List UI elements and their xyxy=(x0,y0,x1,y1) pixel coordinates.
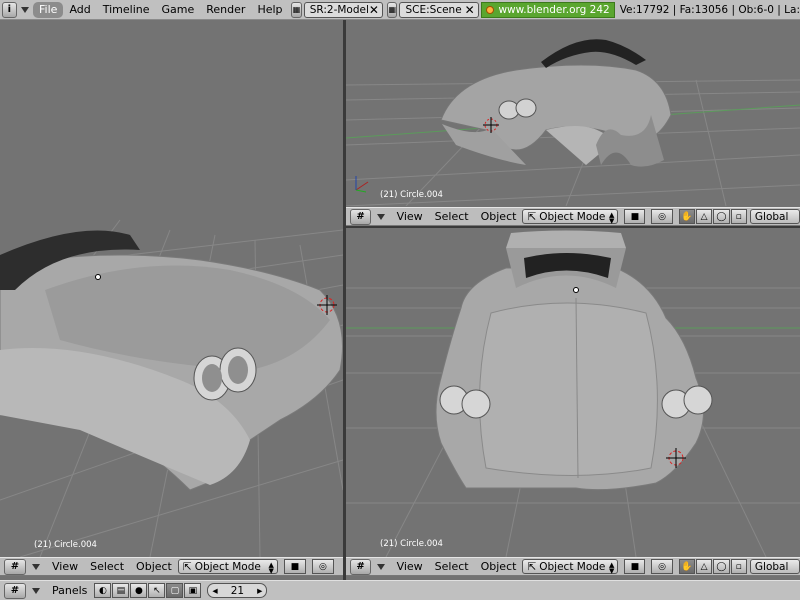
frame-value: 21 xyxy=(230,584,245,597)
mode-icon: ⇱ xyxy=(527,560,537,573)
mode-value: Object Mode xyxy=(194,560,261,573)
draw-type-icon[interactable]: ■ xyxy=(624,209,646,224)
menu-file[interactable]: File xyxy=(33,1,64,18)
screen-field-value: SR:2-Model xyxy=(309,3,369,16)
updown-icon: ▲ ▼ xyxy=(609,561,615,575)
select-menu[interactable]: Select xyxy=(429,560,475,573)
viewport-header-left: # View Select Object ⇱ Object Mode ▲ ▼ ■ … xyxy=(0,557,343,576)
grid-icon[interactable]: # xyxy=(4,558,26,575)
scale-icon[interactable]: ▫ xyxy=(730,209,747,224)
collapse-header-icon[interactable] xyxy=(376,563,385,570)
view-menu[interactable]: View xyxy=(391,210,429,223)
pivot-icon[interactable]: ◎ xyxy=(311,559,334,574)
viewport-object-label: (21) Circle.004 xyxy=(380,190,443,200)
pivot-icon[interactable]: ◎ xyxy=(651,559,673,574)
buttons-window-header: # Panels ◐ ▤ ● ↖ ▢ ▣ ◂ 21 ▸ xyxy=(0,580,800,600)
pivot-icon[interactable]: ◎ xyxy=(651,209,673,224)
main-menu: File Add Timeline Game Render Help xyxy=(33,1,289,18)
shading-icon[interactable]: ● xyxy=(130,583,148,598)
close-icon[interactable]: ✕ xyxy=(369,3,379,17)
view-menu[interactable]: View xyxy=(46,560,84,573)
select-menu[interactable]: Select xyxy=(429,210,475,223)
object-menu[interactable]: Object xyxy=(475,210,523,223)
screen-browse-icon[interactable]: ▦ xyxy=(291,1,302,18)
collapse-header-icon[interactable] xyxy=(32,563,40,570)
menu-render[interactable]: Render xyxy=(200,2,251,18)
updown-icon: ▲ ▼ xyxy=(609,211,615,225)
object-icon[interactable]: ↖ xyxy=(148,583,166,598)
orientation-value: Global xyxy=(754,560,789,573)
view-menu[interactable]: View xyxy=(391,560,429,573)
frame-increment-icon[interactable]: ▸ xyxy=(257,585,262,597)
select-menu[interactable]: Select xyxy=(84,560,130,573)
url-text: www.blender.org 242 xyxy=(498,3,610,16)
hand-icon[interactable]: ✋ xyxy=(678,209,695,224)
mode-value: Object Mode xyxy=(539,210,606,223)
menu-timeline[interactable]: Timeline xyxy=(97,2,156,18)
viewport-object-label: (21) Circle.004 xyxy=(380,539,443,549)
viewport-top-right[interactable]: (21) Circle.004 xyxy=(346,20,800,206)
object-mode-select[interactable]: ⇱ Object Mode ▲ ▼ xyxy=(177,559,278,575)
collapse-header-icon[interactable] xyxy=(32,587,40,594)
viewport-left-scene xyxy=(0,219,343,557)
logic-icon[interactable]: ◐ xyxy=(94,583,112,598)
grid-icon[interactable]: # xyxy=(350,558,372,575)
blender-logo-icon xyxy=(486,5,495,14)
mode-icon: ⇱ xyxy=(527,210,537,223)
blender-url[interactable]: www.blender.org 242 xyxy=(481,1,615,18)
scene-browse-icon[interactable]: ▦ xyxy=(387,1,398,18)
collapse-menu-icon[interactable] xyxy=(20,6,29,13)
viewport-object-label: (21) Circle.004 xyxy=(34,540,97,550)
vertical-divider[interactable] xyxy=(343,20,346,580)
editing-icon[interactable]: ▢ xyxy=(166,583,184,598)
collapse-header-icon[interactable] xyxy=(376,213,385,220)
mode-icon: ⇱ xyxy=(182,560,192,573)
scene-icon[interactable]: ▣ xyxy=(184,583,202,598)
viewport-header-top-right: # View Select Object ⇱ Object Mode ▲ ▼ ■ … xyxy=(346,207,800,226)
orientation-select[interactable]: Global xyxy=(749,559,800,574)
viewport-bottom-right-scene xyxy=(346,230,800,557)
orientation-select[interactable]: Global xyxy=(749,209,800,224)
updown-icon: ▲ ▼ xyxy=(268,561,274,575)
sphere-icon[interactable]: ◯ xyxy=(713,209,730,224)
close-icon[interactable]: ✕ xyxy=(465,3,475,17)
orientation-value: Global xyxy=(754,210,789,223)
menu-game[interactable]: Game xyxy=(156,2,201,18)
object-menu[interactable]: Object xyxy=(130,560,178,573)
panels-menu[interactable]: Panels xyxy=(46,584,93,597)
triangle-icon[interactable]: △ xyxy=(695,559,713,574)
object-mode-select[interactable]: ⇱ Object Mode ▲ ▼ xyxy=(522,209,619,225)
grid-icon[interactable]: # xyxy=(4,582,26,599)
menu-add[interactable]: Add xyxy=(63,2,96,18)
viewport-top-right-scene xyxy=(346,39,800,206)
sphere-icon[interactable]: ◯ xyxy=(713,559,730,574)
horizontal-divider[interactable] xyxy=(346,226,800,228)
frame-number[interactable]: ◂ 21 ▸ xyxy=(207,583,268,598)
frame-decrement-icon[interactable]: ◂ xyxy=(212,585,217,597)
viewport-left[interactable]: (21) Circle.004 xyxy=(0,20,343,557)
screen-field[interactable]: SR:2-Model ✕ xyxy=(303,1,383,18)
draw-type-icon[interactable]: ■ xyxy=(283,559,306,574)
draw-type-icon[interactable]: ■ xyxy=(624,559,646,574)
mode-value: Object Mode xyxy=(539,560,606,573)
grid-icon[interactable]: # xyxy=(350,208,372,225)
scale-icon[interactable]: ▫ xyxy=(730,559,747,574)
info-header: i File Add Timeline Game Render Help ▦ S… xyxy=(0,0,800,20)
object-mode-select[interactable]: ⇱ Object Mode ▲ ▼ xyxy=(522,559,619,575)
hand-icon[interactable]: ✋ xyxy=(678,559,695,574)
viewport-header-bottom-right: # View Select Object ⇱ Object Mode ▲ ▼ ■ … xyxy=(346,557,800,576)
viewport-bottom-right[interactable]: (21) Circle.004 xyxy=(346,228,800,557)
scene-field[interactable]: SCE:Scene ✕ xyxy=(399,1,479,18)
script-icon[interactable]: ▤ xyxy=(112,583,130,598)
object-menu[interactable]: Object xyxy=(475,560,523,573)
triangle-icon[interactable]: △ xyxy=(695,209,713,224)
scene-stats: Ve:17792 | Fa:13056 | Ob:6-0 | La: xyxy=(619,3,800,16)
menu-help[interactable]: Help xyxy=(251,2,288,18)
scene-field-value: SCE:Scene xyxy=(405,3,462,16)
info-icon[interactable]: i xyxy=(2,1,17,18)
